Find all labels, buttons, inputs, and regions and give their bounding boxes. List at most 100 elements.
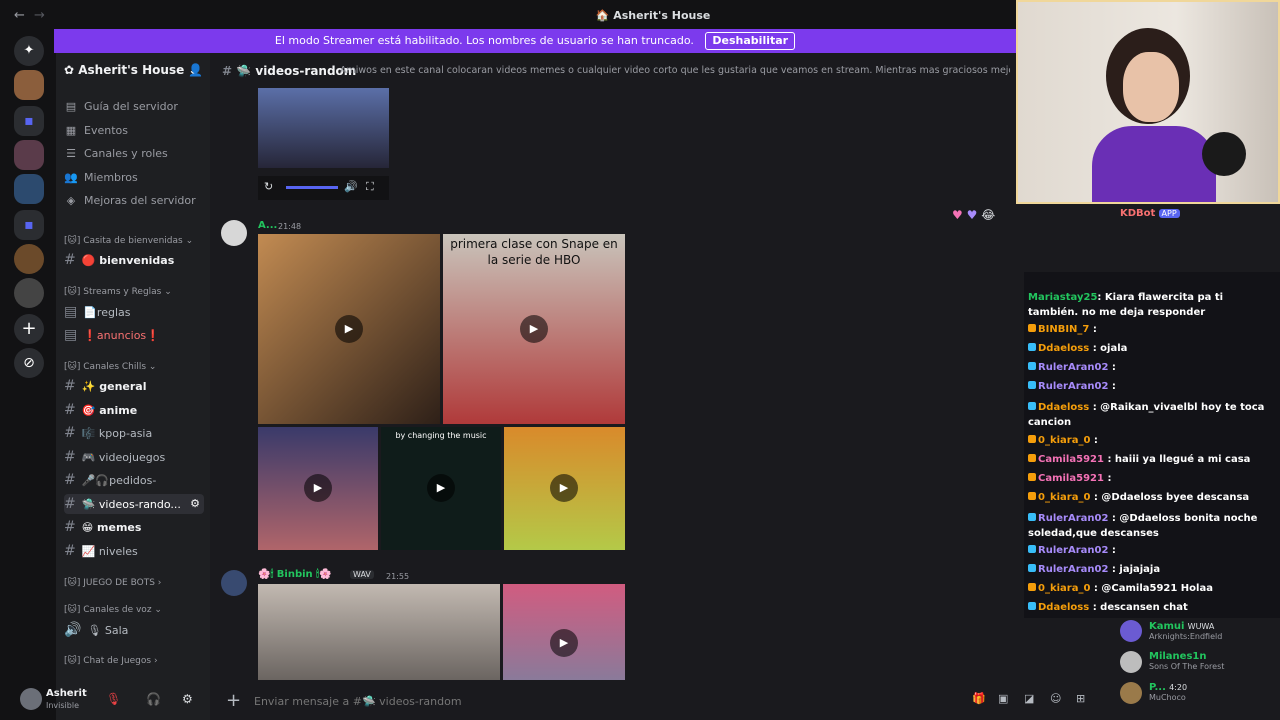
avatar[interactable]: [20, 688, 42, 710]
avatar[interactable]: [1120, 651, 1142, 673]
add-attachment-icon[interactable]: +: [226, 690, 241, 711]
emoji-icon[interactable]: ☺: [1050, 692, 1061, 705]
chat-line: BINBIN_7 :: [1028, 324, 1097, 335]
video-thumbnail[interactable]: [258, 88, 389, 168]
apps-icon[interactable]: ⊞: [1076, 692, 1085, 705]
message-input[interactable]: [254, 692, 914, 710]
user-tag: WAV: [350, 570, 374, 579]
play-icon[interactable]: ▶: [550, 474, 578, 502]
reaction-bar[interactable]: ♥ ♥ 😂: [952, 208, 995, 222]
server-icon[interactable]: [14, 278, 44, 308]
mic-muted-icon[interactable]: 🎙: [106, 692, 121, 706]
member-item[interactable]: Milanes1n Sons Of The Forest: [1149, 651, 1224, 671]
channel-pedidos-musica[interactable]: #🎤🎧pedidos-musica...: [64, 470, 204, 507]
category-header[interactable]: [🐱] Streams y Reglas ⌄: [64, 287, 172, 297]
video-thumbnail[interactable]: ▶: [258, 427, 378, 550]
play-icon[interactable]: ▶: [427, 474, 455, 502]
chat-line: RulerAran02 :: [1028, 545, 1116, 556]
channel-videojuegos[interactable]: # 🎮 videojuegos: [64, 447, 204, 467]
username: Asherit: [46, 688, 87, 699]
channel-general[interactable]: # ✨ general: [64, 376, 204, 396]
avatar[interactable]: [221, 220, 247, 246]
chat-line: Camila5921 :: [1028, 473, 1111, 484]
server-icon[interactable]: [14, 140, 44, 170]
nav-channels-roles[interactable]: ☰ Canales y roles: [64, 147, 168, 160]
server-rail: ✦ ▪ ▪ + ⊘: [0, 32, 56, 720]
server-icon: 🏠: [595, 9, 614, 22]
microphone: [1202, 132, 1246, 176]
server-header[interactable]: ✿ Asherit's House ⌄: [64, 63, 198, 77]
discover-icon[interactable]: ⊘: [14, 348, 44, 378]
category-header[interactable]: [🐱] JUEGO DE BOTS ›: [64, 578, 161, 588]
category-header[interactable]: [🐱] Canales Chills ⌄: [64, 362, 156, 372]
server-icon-asherit[interactable]: [14, 70, 44, 100]
folder-icon[interactable]: ▪: [14, 210, 44, 240]
category-header[interactable]: [🐱] Casita de bienvenidas ⌄: [64, 236, 193, 246]
person-face: [1123, 52, 1179, 122]
video-thumbnail[interactable]: ▶: [504, 427, 625, 550]
play-icon[interactable]: ▶: [550, 629, 578, 657]
discord-home-icon[interactable]: ✦: [14, 36, 44, 66]
heart-icon[interactable]: ♥: [952, 208, 963, 222]
voice-channel-sala[interactable]: 🔊 🎙 Sala: [64, 620, 204, 640]
channel-anime[interactable]: # 🎯 anime: [64, 400, 204, 420]
video-thumbnail[interactable]: by changing the music ▶: [381, 427, 501, 550]
headphones-icon[interactable]: 🎧: [146, 692, 161, 706]
video-thumbnail[interactable]: ▶: [503, 584, 625, 680]
calendar-icon: ▦: [65, 124, 77, 137]
category-header[interactable]: [🐱] Chat de Juegos ›: [64, 656, 158, 666]
volume-slider[interactable]: [286, 186, 338, 189]
disable-streamer-mode-button[interactable]: Deshabilitar: [705, 32, 796, 50]
replay-icon[interactable]: ↻: [264, 180, 273, 193]
avatar[interactable]: [1120, 682, 1142, 704]
channel-anuncios[interactable]: ▤ ❗anuncios❗: [64, 325, 204, 345]
nav-members[interactable]: 👥 Miembros: [64, 171, 138, 184]
avatar[interactable]: [221, 570, 247, 596]
message-author[interactable]: A...: [258, 220, 277, 231]
boost-icon: ◈: [66, 194, 76, 207]
channel-niveles[interactable]: # 📈 niveles: [64, 541, 204, 561]
play-icon[interactable]: ▶: [520, 315, 548, 343]
fullscreen-icon[interactable]: ⛶: [366, 180, 374, 194]
folder-icon[interactable]: ▪: [14, 106, 44, 136]
video-thumbnail[interactable]: ▶: [258, 234, 440, 424]
message-author[interactable]: 🌸🕯 Binbin 🕯🌸: [258, 569, 331, 580]
video-thumbnail[interactable]: [258, 584, 500, 680]
member-item[interactable]: P... 4:20 MuChoco: [1149, 682, 1187, 702]
category-header[interactable]: [🐱] Canales de voz ⌄: [64, 605, 162, 615]
member-item[interactable]: KDBot APP: [1120, 208, 1180, 219]
server-icon[interactable]: [14, 174, 44, 204]
channel-title: # 🛸 videos-random: [222, 64, 357, 78]
server-icon[interactable]: [14, 244, 44, 274]
channel-memes[interactable]: # 😁 memes: [64, 517, 204, 537]
chat-line: Mariastay25: Kiara flawercita pa ti tamb…: [1028, 292, 1224, 318]
channel-videos-random[interactable]: # 🛸 videos-rando... ⚙: [64, 494, 204, 514]
member-item[interactable]: Kamui WUWA Arknights:Endfield: [1149, 621, 1222, 641]
channel-bienvenidas[interactable]: # 🔴 bienvenidas: [64, 250, 204, 270]
nav-events[interactable]: ▦ Eventos: [64, 124, 128, 137]
sticker-icon[interactable]: ◪: [1024, 692, 1034, 705]
video-thumbnail[interactable]: primera clase con Snape en la serie de H…: [443, 234, 625, 424]
nav-server-guide[interactable]: ▤ Guía del servidor: [64, 100, 178, 113]
laugh-icon[interactable]: 😂: [981, 208, 995, 222]
nav-boosts[interactable]: ◈ Mejoras del servidor: [64, 194, 196, 207]
webcam-overlay: [1016, 0, 1280, 204]
invite-icon[interactable]: 👤: [188, 63, 203, 77]
purple-heart-icon[interactable]: ♥: [967, 208, 978, 222]
channel-kpop-asia[interactable]: # 🎼 kpop-asia: [64, 423, 204, 443]
video-caption: primera clase con Snape en la serie de H…: [450, 237, 618, 267]
verified-icon: ✿: [64, 63, 79, 77]
chat-line: RulerAran02 : jajajaja: [1028, 564, 1160, 575]
settings-icon[interactable]: ⚙: [190, 494, 200, 514]
channel-topic[interactable]: Amiwos en este canal colocaran videos me…: [340, 65, 1010, 76]
channel-reglas[interactable]: ▤ 📄reglas: [64, 302, 204, 322]
streamer-mode-banner: El modo Streamer está habilitado. Los no…: [54, 29, 1016, 53]
gif-icon[interactable]: ▣: [998, 692, 1008, 705]
play-icon[interactable]: ▶: [304, 474, 332, 502]
settings-icon[interactable]: ⚙: [182, 692, 193, 706]
volume-icon[interactable]: 🔊: [344, 180, 358, 193]
avatar[interactable]: [1120, 620, 1142, 642]
add-server-icon[interactable]: +: [14, 314, 44, 344]
play-icon[interactable]: ▶: [335, 315, 363, 343]
gift-icon[interactable]: 🎁: [972, 692, 986, 705]
